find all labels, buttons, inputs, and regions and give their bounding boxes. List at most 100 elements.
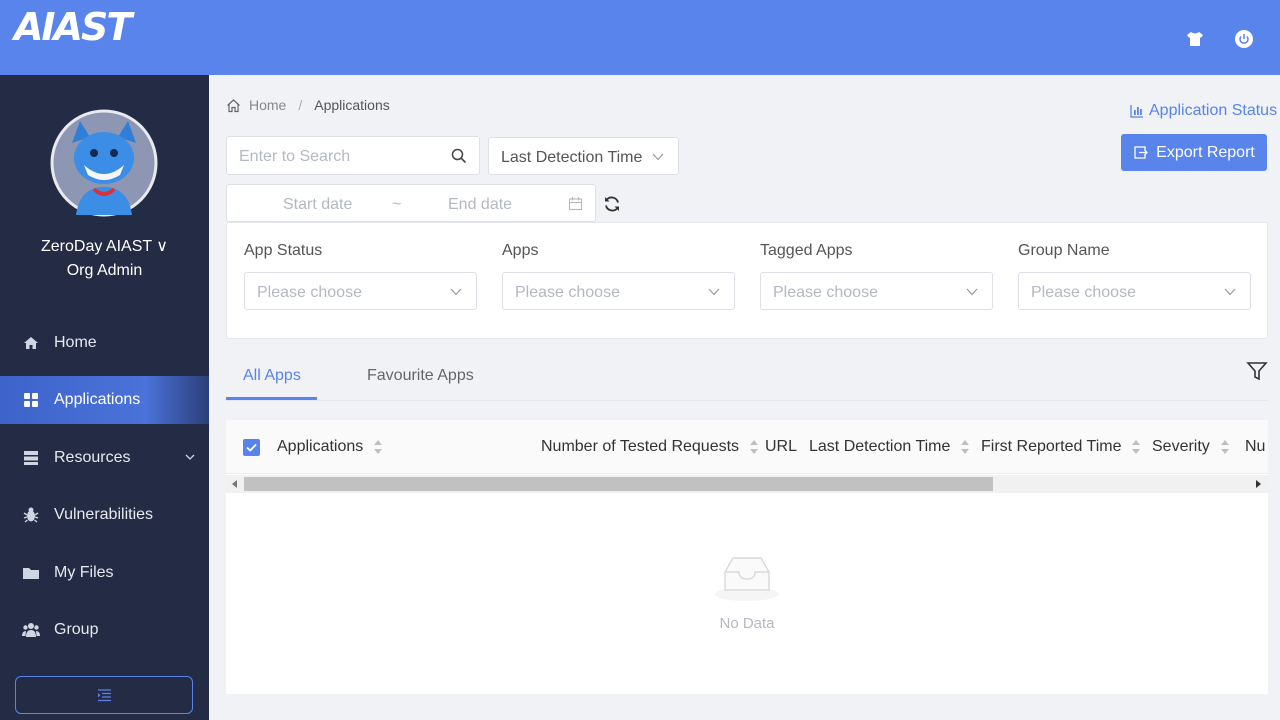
active-tab-indicator	[226, 397, 317, 400]
select-all-checkbox[interactable]	[243, 439, 260, 456]
column-label: First Reported Time	[981, 438, 1122, 455]
search-placeholder: Enter to Search	[239, 148, 351, 165]
bug-icon	[23, 507, 39, 523]
applications-table: Applications Number of Tested Requests U…	[226, 420, 1268, 694]
bar-chart-icon	[1130, 105, 1143, 118]
scrollbar-thumb[interactable]	[244, 477, 993, 491]
column-severity[interactable]: Severity	[1152, 438, 1230, 456]
chevron-down-icon	[185, 454, 195, 460]
search-icon[interactable]	[451, 148, 467, 164]
column-label: URL	[765, 438, 798, 455]
search-input[interactable]: Enter to Search	[226, 136, 480, 175]
breadcrumb-home[interactable]: Home	[249, 97, 286, 113]
scroll-left-arrow-icon[interactable]	[232, 480, 238, 488]
check-icon	[246, 443, 257, 452]
application-status-link[interactable]: Application Status	[1130, 102, 1277, 120]
column-label: Nu	[1245, 438, 1266, 455]
scroll-right-arrow-icon[interactable]	[1256, 480, 1262, 488]
column-number-truncated[interactable]: Nu	[1245, 438, 1265, 456]
apps-select[interactable]: Please choose	[502, 272, 735, 310]
app-tabs: All Apps Favourite Apps	[226, 355, 1268, 401]
filter-label-app-status: App Status	[244, 242, 323, 259]
sort-icon[interactable]	[1220, 438, 1230, 456]
sort-icon[interactable]	[373, 438, 383, 456]
sidebar-item-group[interactable]: Group	[0, 606, 209, 654]
sidebar-item-vulnerabilities[interactable]: Vulnerabilities	[0, 491, 209, 539]
chevron-down-icon	[708, 288, 720, 296]
user-name[interactable]: ZeroDay AIAST ∨	[0, 236, 209, 256]
top-header: AIAST	[0, 0, 1280, 75]
filter-label-tagged-apps: Tagged Apps	[760, 242, 853, 259]
select-placeholder: Please choose	[257, 284, 362, 301]
breadcrumb: Home / Applications	[226, 97, 390, 113]
chevron-down-icon	[966, 288, 978, 296]
grid-icon	[24, 393, 38, 407]
filter-label-apps: Apps	[502, 242, 539, 259]
sidebar-item-label: Home	[54, 334, 97, 351]
empty-inbox-icon	[715, 557, 779, 601]
chevron-down-icon	[450, 288, 462, 296]
filter-panel: App Status Please choose Apps Please cho…	[226, 222, 1268, 339]
sort-by-value: Last Detection Time	[501, 149, 643, 166]
application-status-label: Application Status	[1149, 102, 1278, 119]
column-label: Severity	[1152, 438, 1210, 455]
empty-state-text: No Data	[719, 615, 775, 632]
sidebar-item-my-files[interactable]: My Files	[0, 549, 209, 597]
sidebar-item-label: Vulnerabilities	[54, 506, 154, 523]
sidebar-item-label: Resources	[54, 449, 131, 466]
column-applications[interactable]: Applications	[277, 438, 383, 456]
select-placeholder: Please choose	[773, 284, 878, 301]
app-logo[interactable]: AIAST	[14, 5, 132, 49]
export-report-button[interactable]: Export Report	[1121, 134, 1267, 171]
column-label: Last Detection Time	[809, 438, 951, 455]
filter-funnel-icon[interactable]	[1246, 360, 1268, 382]
shirt-icon[interactable]	[1185, 29, 1205, 49]
column-last-detection-time[interactable]: Last Detection Time	[809, 438, 970, 456]
date-range-separator: ~	[392, 196, 402, 213]
calendar-icon	[568, 197, 583, 211]
collapse-sidebar-button[interactable]	[15, 676, 193, 714]
home-icon	[24, 337, 38, 349]
filter-label-group-name: Group Name	[1018, 242, 1110, 259]
home-outline-icon[interactable]	[226, 98, 241, 113]
start-date-input[interactable]: Start date	[283, 196, 352, 214]
horizontal-scrollbar[interactable]	[226, 475, 1268, 493]
column-label: Applications	[277, 438, 364, 455]
sidebar-item-label: My Files	[54, 564, 114, 581]
power-icon[interactable]	[1234, 29, 1254, 49]
table-header: Applications Number of Tested Requests U…	[226, 420, 1268, 474]
select-placeholder: Please choose	[1031, 284, 1136, 301]
tagged-apps-select[interactable]: Please choose	[760, 272, 993, 310]
end-date-input[interactable]: End date	[448, 196, 512, 214]
sidebar-item-resources[interactable]: Resources	[0, 434, 209, 482]
column-url[interactable]: URL	[765, 438, 797, 456]
tab-favourite-apps[interactable]: Favourite Apps	[367, 367, 474, 385]
column-first-reported-time[interactable]: First Reported Time	[981, 438, 1141, 456]
sort-icon[interactable]	[960, 438, 970, 456]
sidebar: ZeroDay AIAST ∨ Org Admin Home Applicati…	[0, 75, 209, 720]
column-label: Number of Tested Requests	[541, 438, 740, 455]
sidebar-item-label: Applications	[54, 391, 141, 408]
user-avatar[interactable]	[50, 103, 158, 223]
sidebar-item-applications[interactable]: Applications	[0, 376, 209, 424]
group-name-select[interactable]: Please choose	[1018, 272, 1251, 310]
export-report-label: Export Report	[1156, 143, 1255, 161]
sidebar-item-home[interactable]: Home	[0, 319, 209, 367]
user-role: Org Admin	[66, 262, 143, 279]
sort-by-select[interactable]: Last Detection Time	[488, 137, 679, 175]
date-range-picker[interactable]: Start date ~ End date	[226, 184, 596, 222]
folder-icon	[23, 568, 39, 579]
select-placeholder: Please choose	[515, 284, 620, 301]
refresh-icon[interactable]	[603, 195, 621, 213]
chevron-down-icon	[1224, 288, 1236, 296]
breadcrumb-current: Applications	[314, 97, 390, 113]
export-icon	[1134, 146, 1149, 159]
sort-icon[interactable]	[749, 438, 759, 456]
indent-icon	[98, 689, 111, 702]
sidebar-item-label: Group	[54, 621, 99, 638]
column-number-of-tested-requests[interactable]: Number of Tested Requests	[541, 438, 759, 456]
breadcrumb-separator: /	[298, 97, 303, 113]
sort-icon[interactable]	[1131, 438, 1141, 456]
tab-all-apps[interactable]: All Apps	[243, 367, 301, 385]
app-status-select[interactable]: Please choose	[244, 272, 477, 310]
